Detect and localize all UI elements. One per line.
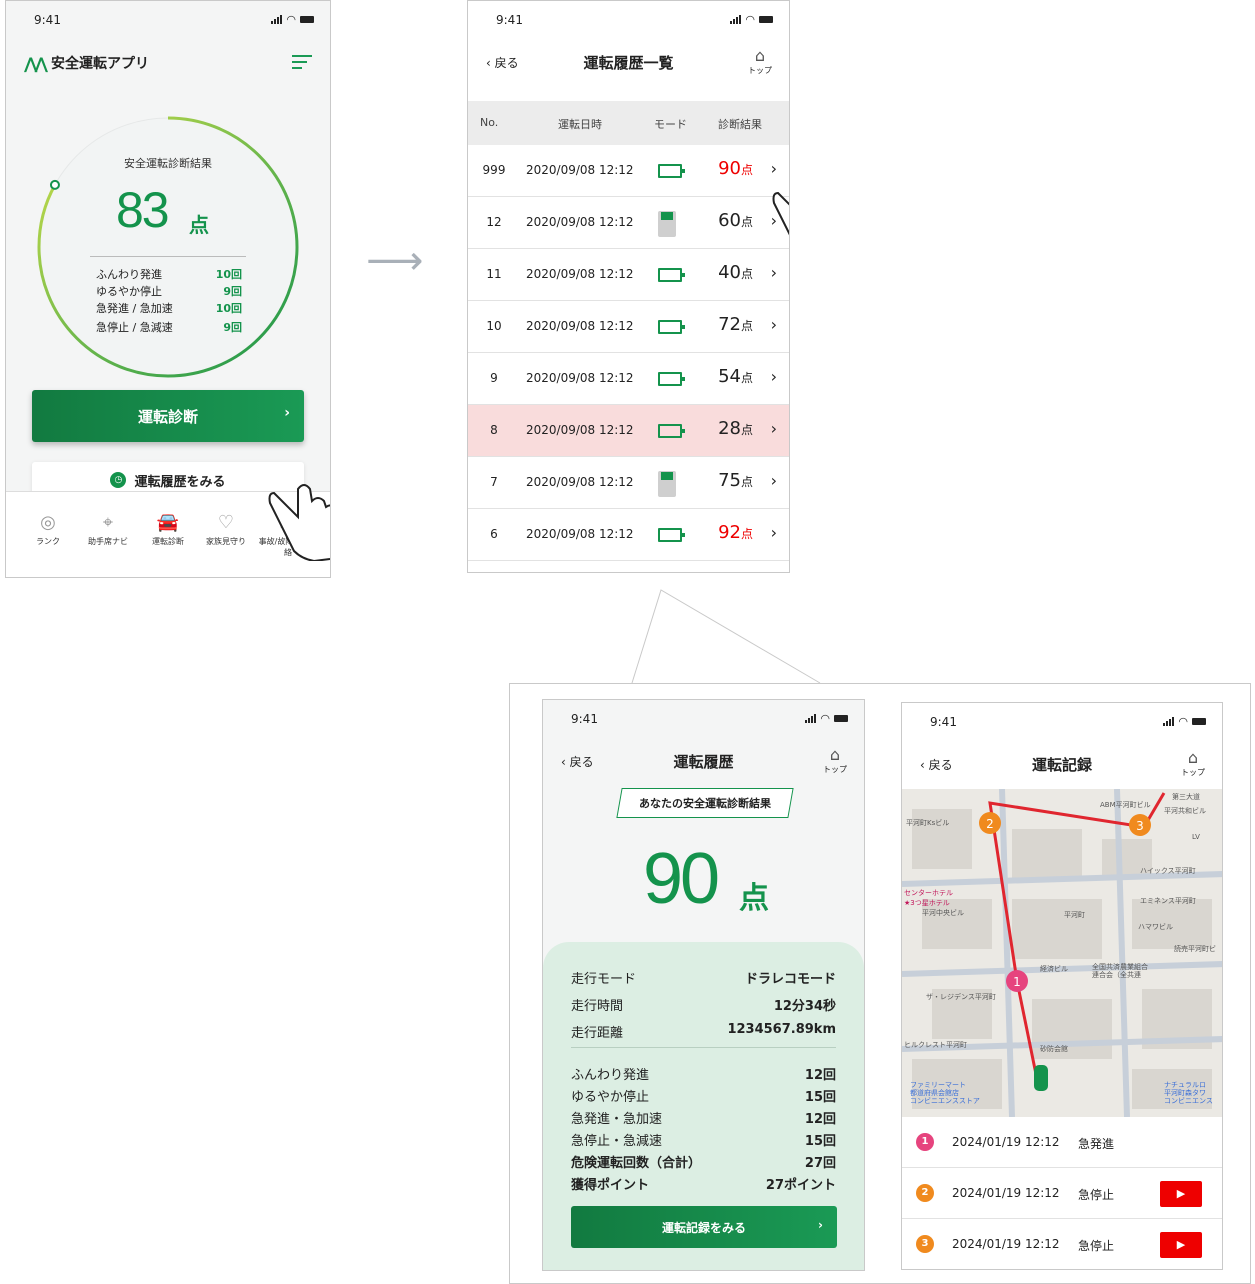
route-map[interactable]: 1 2 3 ABM平河町ビル 第三大道平河共和ビル平河町Ksビル LV ハイックス平河… bbox=[902, 789, 1222, 1117]
event-type: 急停止 bbox=[1078, 1239, 1115, 1253]
event-date: 2024/01/19 12:12 bbox=[952, 1237, 1060, 1251]
play-video-button[interactable]: ▶ bbox=[1160, 1232, 1202, 1258]
home-button[interactable]: ⌂ トップ bbox=[822, 746, 848, 775]
map-label: 連合会（全共連 bbox=[1092, 970, 1141, 979]
page-title: 運転記録 bbox=[1031, 756, 1092, 774]
signal-icon bbox=[805, 714, 817, 723]
view-record-button[interactable]: 運転記録をみる › bbox=[571, 1206, 837, 1248]
event-type: 急発進 bbox=[1078, 1137, 1115, 1151]
status-time: 9:41 bbox=[930, 715, 957, 729]
home-icon: ⌂ bbox=[1187, 748, 1199, 767]
count-row: 急発進・急加速 12回 bbox=[571, 1112, 836, 1127]
detail-panel: 走行モード ドラレコモード 走行時間 12分34秒 走行距離 1234567.89km… bbox=[543, 942, 864, 1270]
map-label: 平河中央ビル bbox=[922, 908, 964, 917]
map-label: ハイックス平河町 bbox=[1140, 867, 1196, 875]
map-label: エミネンス平河町 bbox=[1140, 897, 1196, 905]
map-label: コンビニエンス bbox=[1164, 1096, 1213, 1105]
divider bbox=[571, 1047, 836, 1048]
event-date: 2024/01/19 12:12 bbox=[952, 1186, 1060, 1200]
play-video-button[interactable]: ▶ bbox=[1160, 1181, 1202, 1207]
map-label: 平河共和ビル bbox=[1164, 806, 1206, 815]
home-button[interactable]: ⌂ トップ bbox=[1180, 749, 1206, 778]
map-label: センターホテル bbox=[904, 888, 953, 897]
map-label: 砂防会館 bbox=[1040, 1044, 1068, 1053]
count-row: ゆるやか停止 15回 bbox=[571, 1090, 836, 1105]
svg-text:1: 1 bbox=[1013, 975, 1021, 989]
map-label: ザ・レジデンス平河町 bbox=[926, 992, 996, 1001]
info-row: 走行距離 1234567.89km bbox=[571, 1022, 836, 1041]
svg-text:2: 2 bbox=[986, 817, 994, 831]
event-row[interactable]: 1 2024/01/19 12:12 急発進 bbox=[902, 1117, 1222, 1168]
info-row: 走行時間 12分34秒 bbox=[571, 999, 836, 1014]
event-marker: 3 bbox=[916, 1235, 934, 1253]
count-row: 獲得ポイント 27ポイント bbox=[571, 1178, 836, 1193]
map-label: 平河町森タワ bbox=[1164, 1088, 1206, 1097]
map-label: 全国共済農業組合 bbox=[1092, 962, 1148, 971]
map-label: 経済ビル bbox=[1040, 964, 1068, 973]
detail-score-unit: 点 bbox=[739, 881, 769, 916]
page-title: 運転履歴 bbox=[673, 753, 734, 771]
count-row: 急停止・急減速 15回 bbox=[571, 1134, 836, 1149]
signal-icon bbox=[1163, 717, 1175, 726]
battery-icon bbox=[834, 715, 848, 722]
map-label: 都道府県会館店 bbox=[910, 1088, 959, 1097]
status-time: 9:41 bbox=[571, 712, 598, 726]
event-row[interactable]: 2 2024/01/19 12:12 急停止 ▶ bbox=[902, 1168, 1222, 1219]
map-label: ファミリーマート bbox=[910, 1081, 966, 1089]
map-label: 平河町 bbox=[1064, 911, 1085, 919]
event-row[interactable]: 3 2024/01/19 12:12 急停止 ▶ bbox=[902, 1219, 1222, 1269]
wifi-icon: ◠ bbox=[1178, 715, 1188, 728]
map-label: ★3つ星ホテル bbox=[904, 899, 950, 907]
map-label: 読売平河町ビ bbox=[1174, 944, 1216, 953]
map-label: ヒルクレスト平河町 bbox=[904, 1041, 967, 1049]
map-label: ハマワビル bbox=[1138, 922, 1173, 931]
map-label: 第三大道 bbox=[1172, 792, 1200, 801]
map-label: LV bbox=[1192, 833, 1200, 841]
status-bar: 9:41 ◠ bbox=[543, 700, 864, 740]
event-marker: 2 bbox=[916, 1184, 934, 1202]
battery-icon bbox=[1192, 718, 1206, 725]
map-label: コンビニエンスストア bbox=[910, 1096, 980, 1105]
event-marker: 1 bbox=[916, 1133, 934, 1151]
info-row: 走行モード ドラレコモード bbox=[571, 972, 836, 987]
history-detail-screen: 9:41 ◠ ‹ 戻る 運転履歴 ⌂ トップ あなたの安全運転診断結果 90 点 … bbox=[542, 699, 865, 1271]
chevron-right-icon: › bbox=[818, 1218, 823, 1232]
drive-record-screen: 9:41 ◠ ‹ 戻る 運転記録 ⌂ トップ 1 2 3 ABM平河町ビル 第三大道… bbox=[901, 702, 1223, 1270]
result-badge: あなたの安全運転診断結果 bbox=[616, 788, 794, 818]
event-date: 2024/01/19 12:12 bbox=[952, 1135, 1060, 1149]
count-row: ふんわり発進 12回 bbox=[571, 1068, 836, 1083]
detail-score: 90 bbox=[643, 839, 720, 919]
status-bar: 9:41 ◠ bbox=[902, 703, 1222, 743]
event-type: 急停止 bbox=[1078, 1188, 1115, 1202]
map-label: 平河町Ksビル bbox=[906, 818, 949, 827]
home-icon: ⌂ bbox=[829, 745, 841, 764]
svg-text:3: 3 bbox=[1136, 819, 1144, 833]
map-label: ナチュラルロ bbox=[1164, 1081, 1206, 1089]
wifi-icon: ◠ bbox=[820, 712, 830, 725]
count-row: 危険運転回数（合計） 27回 bbox=[571, 1156, 836, 1171]
map-label: ABM平河町ビル bbox=[1100, 800, 1151, 809]
